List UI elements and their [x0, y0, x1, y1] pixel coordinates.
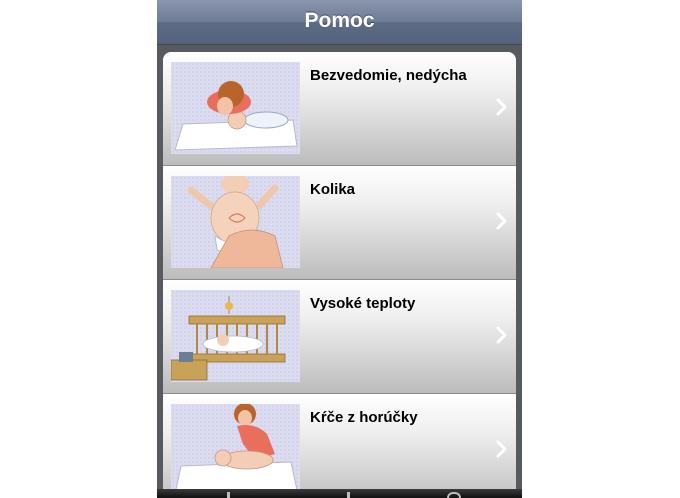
page-title: Pomoc	[304, 9, 375, 32]
tab-bar[interactable]	[157, 489, 522, 498]
tab-icon	[347, 492, 350, 498]
baby-colic-massage-illustration	[171, 176, 300, 268]
list-item-label: Vysoké teploty	[310, 295, 416, 312]
list-item-febrile-seizures[interactable]: Kŕče z horúčky	[163, 394, 516, 498]
baby-crib-fever-illustration	[171, 290, 300, 382]
febrile-seizure-illustration	[171, 404, 300, 496]
list-item-unconscious[interactable]: Bezvedomie, nedýcha	[163, 52, 516, 166]
list-item-high-fever[interactable]: Vysoké teploty	[163, 280, 516, 394]
list-item-label: Kŕče z horúčky	[310, 409, 418, 426]
tab-icon	[447, 492, 461, 498]
infant-cpr-illustration	[171, 62, 300, 154]
list-item-label: Bezvedomie, nedýcha	[310, 67, 467, 84]
chevron-right-icon	[496, 440, 507, 458]
help-topic-list: Bezvedomie, nedýcha Kolika Vysoké teplot…	[163, 52, 516, 498]
list-item-colic[interactable]: Kolika	[163, 166, 516, 280]
tab-icon	[227, 492, 230, 498]
chevron-right-icon	[496, 212, 507, 230]
chevron-right-icon	[496, 326, 507, 344]
phone-screen: Pomoc Bezvedomie, nedýcha Kolika Vysoké …	[157, 0, 522, 498]
list-item-label: Kolika	[310, 181, 356, 198]
navigation-bar: Pomoc	[157, 0, 522, 45]
chevron-right-icon	[496, 98, 507, 116]
